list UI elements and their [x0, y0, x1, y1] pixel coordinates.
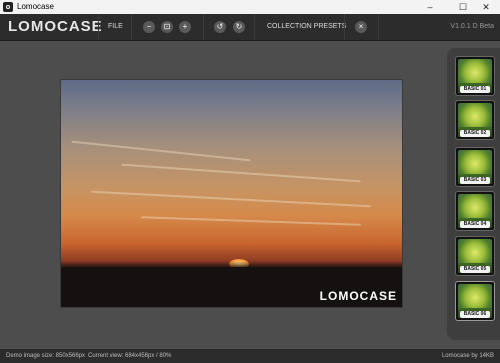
toolbar-divider — [131, 14, 132, 40]
close-window-button[interactable]: ✕ — [472, 0, 500, 14]
preset-label: BASIC 03 — [460, 177, 490, 184]
file-menu[interactable]: FILE — [108, 14, 123, 40]
rotate-right-button[interactable]: ↻ — [233, 21, 245, 33]
window-title: Lomocase — [17, 2, 54, 11]
preset-label: BASIC 06 — [460, 311, 490, 318]
preset-label: BASIC 02 — [460, 130, 490, 137]
zoom-in-button[interactable]: + — [179, 21, 191, 33]
preset-thumbnail[interactable]: BASIC 04 — [455, 191, 495, 231]
fit-to-screen-button[interactable]: ⊡ — [161, 21, 173, 33]
status-bar: Demo image size: 850x566px Current view:… — [0, 349, 500, 363]
preset-panel: BASIC 01 BASIC 02 BASIC 03 BASIC 04 BASI… — [447, 48, 500, 340]
preset-label: BASIC 05 — [460, 266, 490, 273]
preset-thumbnail[interactable]: BASIC 01 — [455, 56, 495, 96]
preset-thumbnail[interactable]: BASIC 03 — [455, 147, 495, 187]
image-canvas: LOMOCASE — [0, 41, 443, 349]
close-image-button[interactable]: × — [355, 21, 367, 33]
preset-thumbnail[interactable]: BASIC 06 — [455, 281, 495, 321]
window-titlebar: Lomocase – ☐ ✕ — [0, 0, 500, 14]
minimize-button[interactable]: – — [416, 0, 444, 14]
toolbar-divider — [98, 14, 99, 40]
demo-image-size: Demo image size: 850x566px — [6, 353, 86, 359]
zoom-out-button[interactable]: − — [143, 21, 155, 33]
app-size-info: Lomocase by 14KB — [441, 353, 494, 359]
main-toolbar: LOMOCASE FILE − ⊡ + ↺ ↻ COLLECTION PRESE… — [0, 14, 500, 41]
toolbar-divider — [203, 14, 204, 40]
app-logo: LOMOCASE — [8, 18, 103, 35]
preset-label: BASIC 04 — [460, 221, 490, 228]
current-view-info: Current view: 684x456px / 80% — [88, 353, 172, 359]
photo-watermark: LOMOCASE — [319, 289, 397, 303]
version-label: V1.0.1 D Beta — [450, 23, 494, 30]
toolbar-divider — [378, 14, 379, 40]
preset-label: BASIC 01 — [460, 86, 490, 93]
sunset-photo: LOMOCASE — [60, 79, 403, 308]
preset-thumbnail[interactable]: BASIC 02 — [455, 100, 495, 140]
app-icon — [3, 2, 13, 12]
toolbar-divider — [344, 14, 345, 40]
toolbar-divider — [254, 14, 255, 40]
preset-thumbnail[interactable]: BASIC 05 — [455, 236, 495, 276]
collection-presets-menu[interactable]: COLLECTION PRESETS — [267, 14, 346, 40]
rotate-left-button[interactable]: ↺ — [214, 21, 226, 33]
